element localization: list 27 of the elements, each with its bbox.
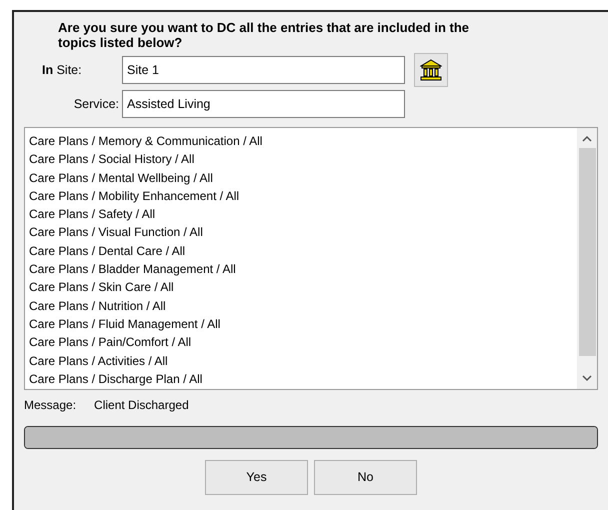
topic-item[interactable]: Care Plans / Visual Function / All: [29, 223, 577, 242]
site-picker-button[interactable]: [414, 53, 448, 87]
topic-item[interactable]: Care Plans / Mobility Enhancement / All: [29, 186, 577, 206]
scroll-thumb[interactable]: [578, 148, 596, 356]
topic-item[interactable]: Care Plans / Nutrition / All: [29, 296, 577, 315]
topic-item[interactable]: Care Plans / Discharge Plan / All: [29, 370, 577, 388]
topic-item[interactable]: Care Plans / Safety / All: [29, 205, 577, 224]
topic-item[interactable]: Care Plans / Pain/Comfort / All: [29, 333, 577, 352]
no-button[interactable]: No: [314, 460, 417, 495]
site-field[interactable]: Site 1: [122, 56, 405, 84]
topic-item[interactable]: Care Plans / Mental Wellbeing / All: [29, 168, 577, 187]
question-text: Are you sure you want to DC all the entries that are included in the topics listed below?: [58, 20, 470, 50]
message-label: Message:: [24, 397, 76, 414]
site-label: In Site:: [41, 62, 83, 79]
topic-item[interactable]: Care Plans / Fluid Management / All: [29, 314, 577, 334]
topic-item[interactable]: Care Plans / Activities / All: [29, 352, 577, 370]
topic-item[interactable]: Care Plans / Memory & Communication / All: [29, 132, 577, 150]
topic-item[interactable]: Care Plans / Bladder Management / All: [29, 260, 577, 278]
service-label: Service:: [72, 96, 120, 113]
topic-item[interactable]: Care Plans / Dental Care / All: [29, 242, 577, 260]
service-field[interactable]: Assisted Living: [122, 90, 405, 118]
topic-item[interactable]: Care Plans / Social History / All: [29, 150, 577, 169]
yes-button[interactable]: Yes: [205, 460, 308, 495]
building-icon: [420, 59, 442, 81]
topic-item[interactable]: Care Plans / Skin Care / All: [29, 278, 577, 297]
message-text: Client Discharged: [94, 397, 189, 414]
scrollbar[interactable]: [577, 128, 597, 389]
